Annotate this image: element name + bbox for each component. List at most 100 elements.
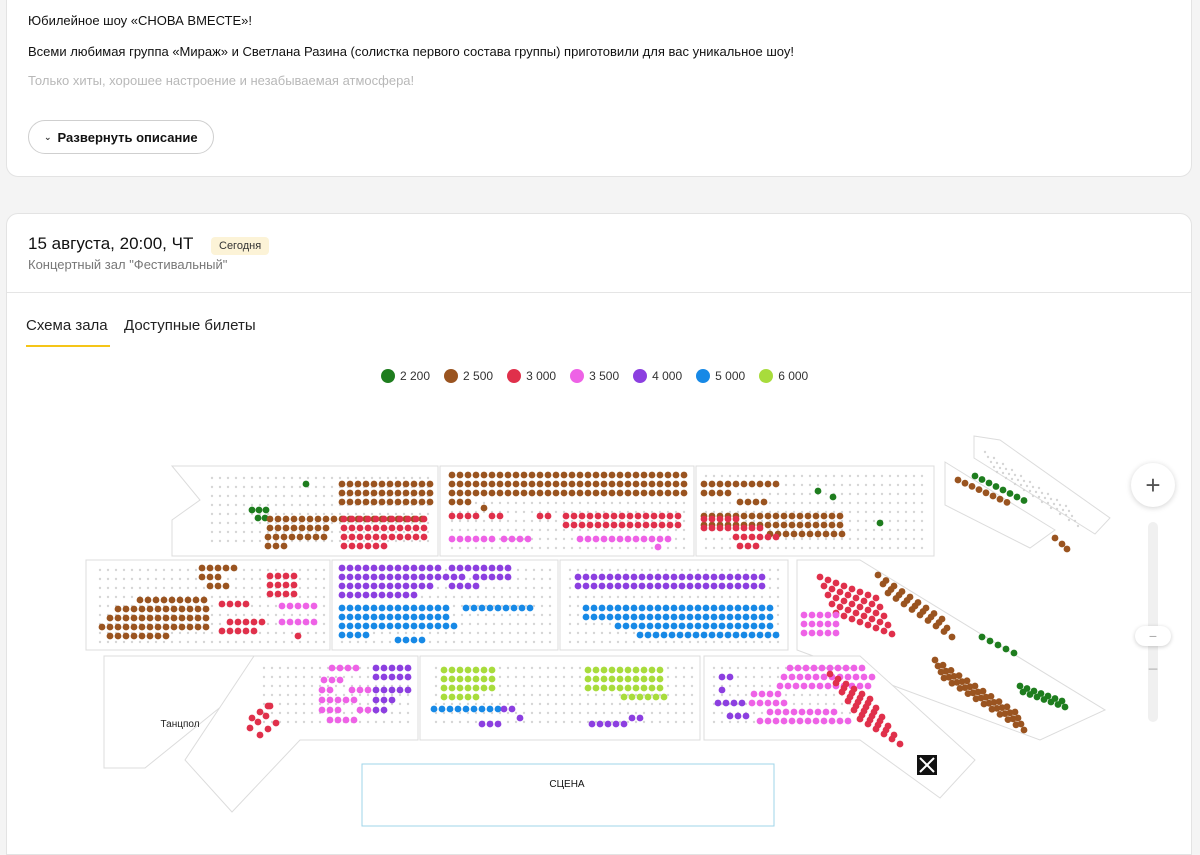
seat-available[interactable] [1020,497,1028,504]
seat-available[interactable] [98,623,106,631]
seat-available[interactable] [346,631,354,639]
seat-available[interactable] [716,515,724,523]
seat-available[interactable] [756,524,764,532]
seat-available[interactable] [448,535,456,543]
seat-available[interactable] [388,533,396,541]
seat-available[interactable] [272,542,280,550]
seat-available[interactable] [852,609,860,617]
seat-available[interactable] [378,489,386,497]
seat-available[interactable] [812,673,820,681]
seat-available[interactable] [686,582,694,590]
seat-available[interactable] [672,489,680,497]
seat-available[interactable] [320,533,328,541]
seat-available[interactable] [616,684,624,692]
seat-available[interactable] [464,693,472,701]
seat-available[interactable] [322,524,330,532]
seat-available[interactable] [370,498,378,506]
seat-available[interactable] [876,603,884,611]
seat-available[interactable] [664,535,672,543]
seat-available[interactable] [782,708,790,716]
seat-available[interactable] [380,673,388,681]
seat-available[interactable] [840,597,848,605]
seat-available[interactable] [832,579,840,587]
seat-available[interactable] [726,673,734,681]
seat-available[interactable] [760,498,768,506]
seat-available[interactable] [478,720,486,728]
seat-available[interactable] [600,666,608,674]
seat-available[interactable] [800,611,808,619]
seat-available[interactable] [328,664,336,672]
seat-available[interactable] [756,533,764,541]
seat-available[interactable] [442,622,450,630]
seat-available[interactable] [282,590,290,598]
seat-available[interactable] [372,664,380,672]
seat-available[interactable] [342,716,350,724]
seat-available[interactable] [122,614,130,622]
seat-available[interactable] [456,512,464,520]
seat-available[interactable] [740,631,748,639]
seat-available[interactable] [334,696,342,704]
seat-available[interactable] [372,542,380,550]
seat-available[interactable] [356,686,364,694]
seat-available[interactable] [318,686,326,694]
seat-available[interactable] [122,605,130,613]
seat-available[interactable] [504,480,512,488]
seat-available[interactable] [734,712,742,720]
seat-available[interactable] [726,622,734,630]
seat-available[interactable] [246,724,254,732]
seat-available[interactable] [816,620,824,628]
seat-available[interactable] [756,512,764,520]
seat-available[interactable] [1010,649,1018,657]
seat-available[interactable] [840,612,848,620]
seat-available[interactable] [496,573,504,581]
seat-available[interactable] [814,708,822,716]
seat-available[interactable] [386,498,394,506]
seat-available[interactable] [600,684,608,692]
seat-available[interactable] [740,533,748,541]
seat-available[interactable] [426,498,434,506]
seat-available[interactable] [872,725,880,733]
seat-available[interactable] [996,711,1004,718]
seat-available[interactable] [584,489,592,497]
seat-available[interactable] [764,717,772,725]
seat-available[interactable] [678,604,686,612]
seat-available[interactable] [440,693,448,701]
seat-available[interactable] [648,471,656,479]
seat-available[interactable] [812,512,820,520]
seat-available[interactable] [684,631,692,639]
seat-available[interactable] [280,533,288,541]
seat-available[interactable] [242,600,250,608]
seat-available[interactable] [868,673,876,681]
seat-available[interactable] [978,476,986,483]
seat-available[interactable] [674,512,682,520]
seat-available[interactable] [576,489,584,497]
seat-available[interactable] [176,596,184,604]
seat-available[interactable] [796,521,804,529]
seat-available[interactable] [638,604,646,612]
seat-available[interactable] [726,712,734,720]
seat-available[interactable] [394,582,402,590]
seat-available[interactable] [494,705,502,713]
seat-available[interactable] [874,571,882,579]
seat-available[interactable] [568,489,576,497]
seat-available[interactable] [1033,693,1041,701]
seat-available[interactable] [488,666,496,674]
seat-available[interactable] [364,706,372,714]
seat-available[interactable] [784,682,792,690]
seat-available[interactable] [418,573,426,581]
seat-available[interactable] [426,480,434,488]
seat-available[interactable] [318,706,326,714]
seat-available[interactable] [590,582,598,590]
seat-available[interactable] [796,673,804,681]
seat-available[interactable] [852,594,860,602]
seat-available[interactable] [456,666,464,674]
seat-available[interactable] [592,675,600,683]
seat-available[interactable] [386,480,394,488]
seat-available[interactable] [456,535,464,543]
seat-available[interactable] [410,498,418,506]
seat-available[interactable] [680,471,688,479]
seat-available[interactable] [600,480,608,488]
seat-available[interactable] [574,573,582,581]
seat-available[interactable] [528,480,536,488]
seat-available[interactable] [356,706,364,714]
